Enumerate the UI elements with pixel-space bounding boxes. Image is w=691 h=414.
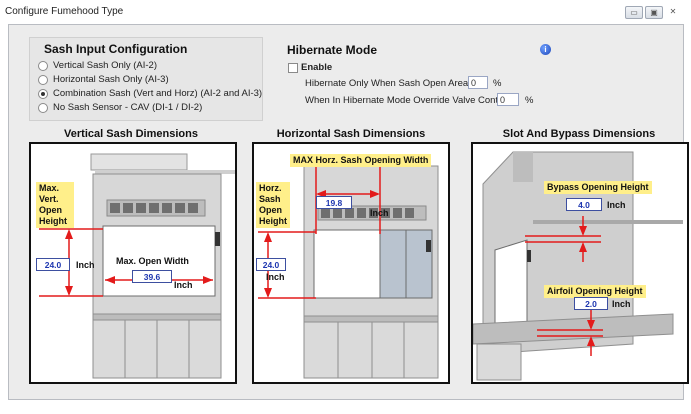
radio-icon[interactable] <box>38 102 48 113</box>
title-bar: Configure Fumehood Type ▭ ▣ ✕ <box>0 0 691 24</box>
radio-label: Horizontal Sash Only (AI-3) <box>53 74 169 85</box>
radio-icon[interactable] <box>38 60 48 71</box>
max-horz-sash-opening-width-label: MAX Horz. Sash Opening Width <box>290 154 432 167</box>
open-area-label: Hibernate Only When Sash Open Area < <box>305 78 477 89</box>
max-vert-open-height-label: Max. Vert. Open Height <box>36 182 74 228</box>
vert-width-unit: Inch <box>174 280 193 290</box>
window-title: Configure Fumehood Type <box>5 6 124 17</box>
horz-height-value[interactable]: 24.0 <box>256 258 286 271</box>
radio-icon-selected[interactable] <box>38 88 48 99</box>
radio-horizontal-sash[interactable]: Horizontal Sash Only (AI-3) <box>38 74 169 85</box>
info-icon[interactable]: i <box>540 44 551 55</box>
max-open-width-label: Max. Open Width <box>116 256 189 266</box>
vertical-dims-heading: Vertical Sash Dimensions <box>64 128 198 140</box>
fumehood-side-illustration <box>473 151 683 381</box>
maximize-button[interactable]: ▣ <box>645 6 663 19</box>
enable-checkbox[interactable] <box>288 63 298 73</box>
horz-width-value[interactable]: 19.8 <box>316 196 352 209</box>
bottom-strip <box>0 400 691 414</box>
slot-dims-heading: Slot And Bypass Dimensions <box>502 128 656 140</box>
radio-combination-sash[interactable]: Combination Sash (Vert and Horz) (AI-2 a… <box>38 88 262 99</box>
radio-no-sash-sensor[interactable]: No Sash Sensor - CAV (DI-1 / DI-2) <box>38 102 202 113</box>
sash-input-heading: Sash Input Configuration <box>44 42 188 56</box>
radio-vertical-sash[interactable]: Vertical Sash Only (AI-2) <box>38 60 157 71</box>
enable-label: Enable <box>301 62 333 73</box>
vert-height-unit: Inch <box>76 260 95 270</box>
vert-height-value[interactable]: 24.0 <box>36 258 70 271</box>
close-button[interactable]: ✕ <box>665 6 681 17</box>
bypass-unit: Inch <box>607 200 626 210</box>
horizontal-dims-heading: Horizontal Sash Dimensions <box>276 128 426 140</box>
slot-bypass-diagram <box>471 142 689 384</box>
hibernate-heading: Hibernate Mode <box>287 43 378 57</box>
radio-label: No Sash Sensor - CAV (DI-1 / DI-2) <box>53 102 203 113</box>
radio-label: Vertical Sash Only (AI-2) <box>53 60 158 71</box>
airfoil-unit: Inch <box>612 299 631 309</box>
bypass-opening-height-label: Bypass Opening Height <box>544 181 652 194</box>
override-label: When In Hibernate Mode Override Valve Co… <box>305 95 512 106</box>
override-input[interactable]: 0 <box>497 93 519 106</box>
radio-label: Combination Sash (Vert and Horz) (AI-2 a… <box>53 88 263 99</box>
horz-sash-open-height-label: Horz. Sash Open Height <box>256 182 290 228</box>
horz-height-unit: Inch <box>266 272 285 282</box>
radio-icon[interactable] <box>38 74 48 85</box>
horz-width-unit: Inch <box>370 208 389 218</box>
open-area-unit: % <box>493 78 502 89</box>
open-area-input[interactable]: 0 <box>468 76 488 89</box>
vert-width-value[interactable]: 39.6 <box>132 270 172 283</box>
override-unit: % <box>525 95 534 106</box>
minimize-button[interactable]: ▭ <box>625 6 643 19</box>
bypass-value[interactable]: 4.0 <box>566 198 602 211</box>
airfoil-value[interactable]: 2.0 <box>574 297 608 310</box>
